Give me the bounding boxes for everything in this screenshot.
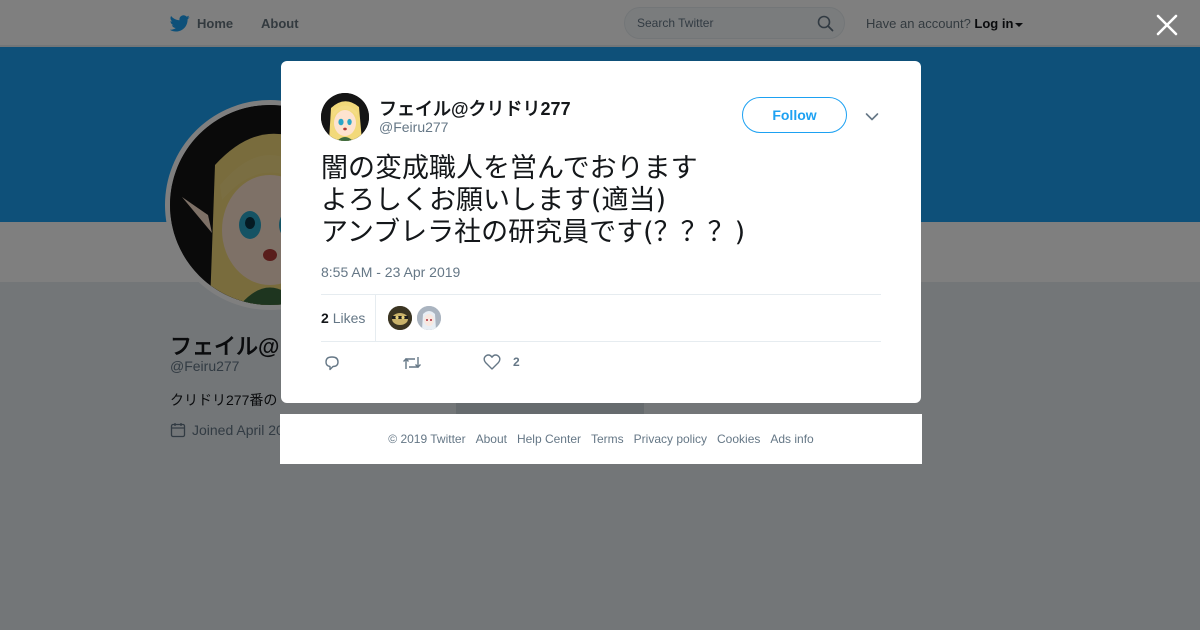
footer-link-about[interactable]: About xyxy=(476,432,507,446)
heart-icon xyxy=(483,354,501,370)
follow-button[interactable]: Follow xyxy=(742,97,847,133)
footer-copyright: © 2019 Twitter xyxy=(388,432,466,446)
liker-avatar[interactable] xyxy=(417,306,441,330)
liker-avatar[interactable] xyxy=(388,306,412,330)
tweet-text: 闇の変成職人を営んでおります よろしくお願いします(適当) アンブレラ社の研究員… xyxy=(321,153,881,249)
tweet-author-avatar[interactable] xyxy=(321,93,369,141)
like-button[interactable]: 2 xyxy=(483,354,520,370)
tweet-modal: フェイル@クリドリ277 @Feiru277 Follow 闇の変成職人を営んで… xyxy=(281,61,921,403)
reply-icon xyxy=(325,356,339,371)
tweet-stats: 2 Likes xyxy=(321,294,881,342)
stats-divider xyxy=(375,295,376,341)
likes-label: Likes xyxy=(332,310,366,326)
tweet-text-line: 闇の変成職人を営んでおります xyxy=(321,153,698,184)
close-icon[interactable] xyxy=(1154,12,1180,38)
footer-link-privacy[interactable]: Privacy policy xyxy=(634,432,707,446)
tweet-author-name[interactable]: フェイル@クリドリ277 xyxy=(379,95,571,121)
footer-link-cookies[interactable]: Cookies xyxy=(717,432,760,446)
footer-link-terms[interactable]: Terms xyxy=(591,432,624,446)
footer-link-ads-info[interactable]: Ads info xyxy=(770,432,813,446)
tweet-text-line: アンブレラ社の研究員です(？？？) xyxy=(321,217,746,248)
tweet-author-handle[interactable]: @Feiru277 xyxy=(379,119,448,135)
like-count: 2 xyxy=(513,355,520,369)
footer: © 2019 Twitter About Help Center Terms P… xyxy=(280,414,922,464)
tweet-text-line: よろしくお願いします(適当) xyxy=(321,185,667,216)
retweet-button[interactable] xyxy=(402,354,422,372)
footer-link-help-center[interactable]: Help Center xyxy=(517,432,581,446)
reply-button[interactable] xyxy=(323,354,341,372)
retweet-icon xyxy=(403,357,421,369)
likes-count: 2 xyxy=(321,310,329,326)
tweet-timestamp[interactable]: 8:55 AM - 23 Apr 2019 xyxy=(321,264,460,280)
likes-stat[interactable]: 2 Likes xyxy=(321,310,365,326)
chevron-down-icon[interactable] xyxy=(865,109,879,127)
